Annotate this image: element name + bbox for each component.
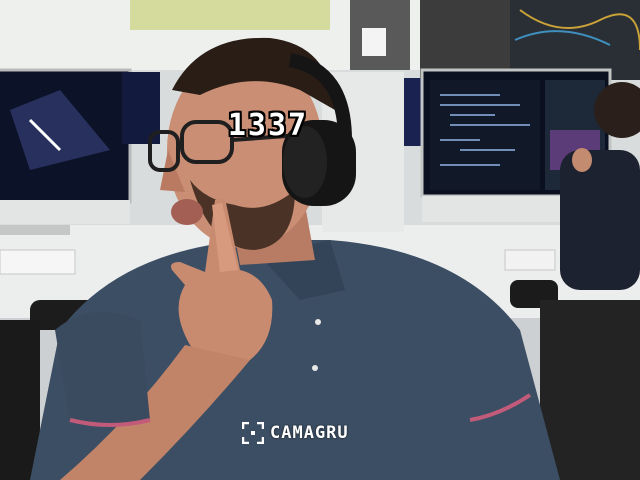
camera-frame-icon bbox=[241, 421, 265, 445]
camagru-watermark: CAMAGRU bbox=[241, 420, 349, 446]
watermark-brand-text: CAMAGRU bbox=[270, 423, 349, 443]
webcam-photo: 1337 CAMAGRU bbox=[0, 0, 640, 480]
score-overlay-text: 1337 bbox=[227, 108, 309, 143]
photo-scene bbox=[0, 0, 640, 480]
